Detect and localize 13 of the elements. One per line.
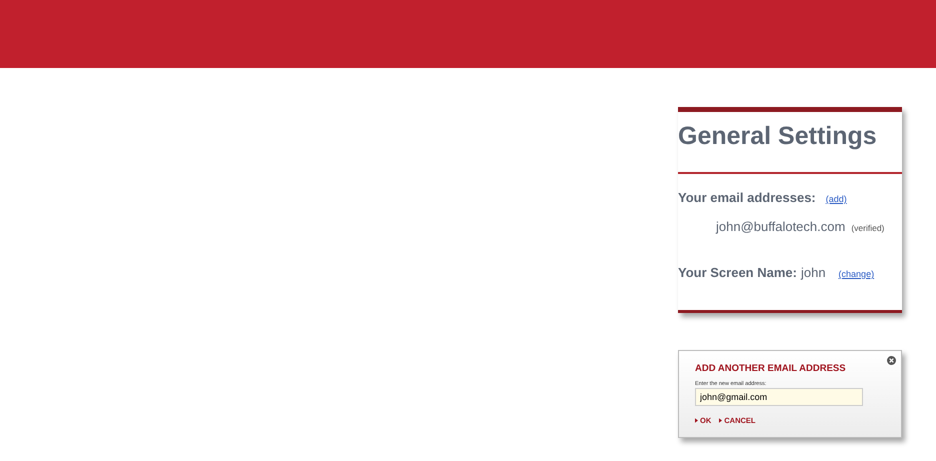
change-link[interactable]: (change): [838, 269, 874, 279]
verified-status: (verified): [851, 223, 884, 233]
dialog-title: ADD ANOTHER EMAIL ADDRESS: [695, 363, 847, 374]
triangle-icon: [695, 418, 698, 423]
add-link[interactable]: (add): [826, 194, 847, 204]
email-address: john@buffalotech.com: [716, 219, 846, 234]
triangle-icon: [719, 418, 722, 423]
panel-title: General Settings: [678, 121, 878, 152]
email-label: Your email addresses:: [678, 190, 816, 205]
email-input[interactable]: john@gmail.com: [695, 388, 863, 406]
screen-name: john: [800, 265, 826, 280]
screen-name-label: Your Screen Name:: [678, 265, 797, 280]
close-icon[interactable]: [887, 356, 896, 365]
